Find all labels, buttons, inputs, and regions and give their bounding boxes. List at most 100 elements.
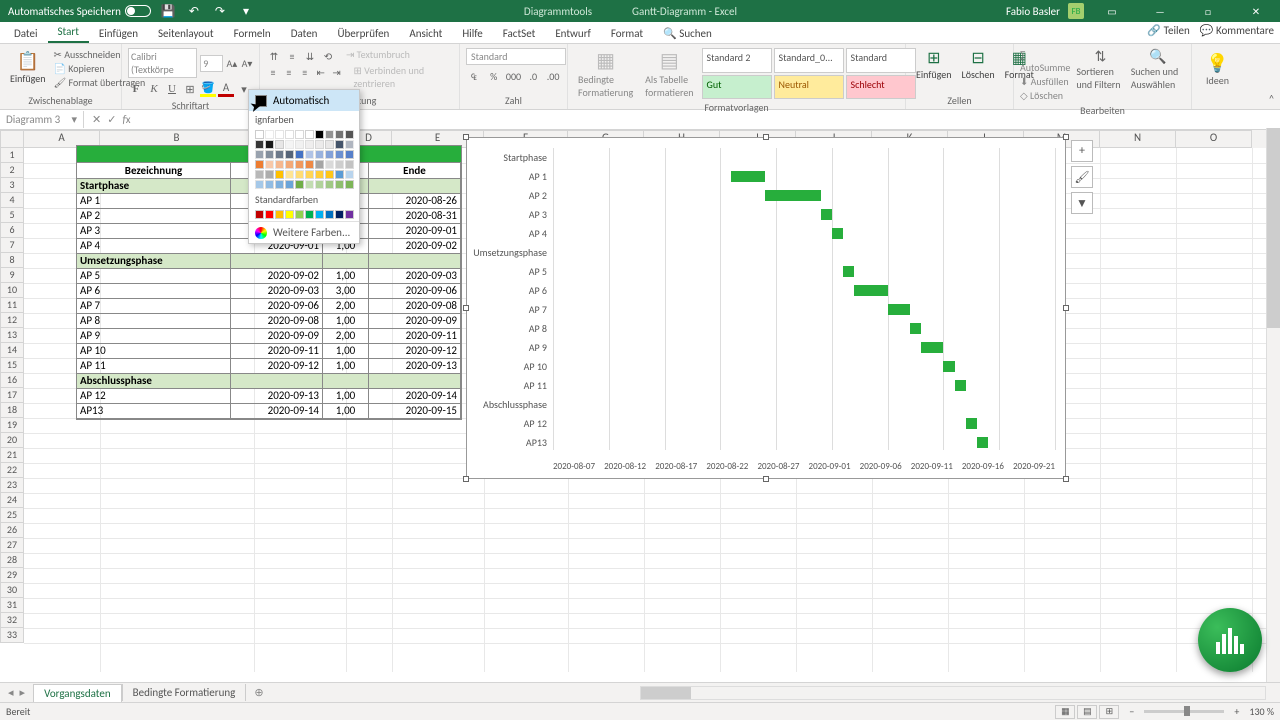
chart-elements-button[interactable]: + [1071, 140, 1093, 162]
row-header[interactable]: 9 [0, 268, 24, 283]
menu-überprüfen[interactable]: Überprüfen [327, 24, 399, 43]
col-header-ende[interactable]: Ende [369, 163, 461, 179]
cancel-formula-icon[interactable]: ✕ [92, 113, 101, 126]
row-header[interactable]: 30 [0, 583, 24, 598]
color-swatch[interactable] [285, 210, 294, 219]
row-header[interactable]: 14 [0, 343, 24, 358]
increase-decimal-icon[interactable]: .0 [525, 68, 541, 84]
color-swatch[interactable] [315, 140, 324, 149]
bold-button[interactable]: F [128, 81, 144, 97]
color-swatch[interactable] [285, 170, 294, 179]
autosave-toggle[interactable]: Automatisches Speichern [8, 5, 151, 18]
table-row[interactable]: Abschlussphase [77, 374, 461, 389]
undo-icon[interactable]: ↶ [185, 2, 203, 20]
color-swatch[interactable] [305, 140, 314, 149]
row-header[interactable]: 20 [0, 433, 24, 448]
color-swatch[interactable] [295, 170, 304, 179]
gantt-bar[interactable] [832, 228, 843, 239]
color-swatch[interactable] [315, 170, 324, 179]
toggle-switch-icon[interactable] [125, 5, 151, 17]
color-swatch[interactable] [315, 210, 324, 219]
row-header[interactable]: 28 [0, 553, 24, 568]
color-swatch[interactable] [265, 130, 274, 139]
row-header[interactable]: 8 [0, 253, 24, 268]
row-header[interactable]: 6 [0, 223, 24, 238]
border-button[interactable]: ⊞ [182, 81, 198, 97]
color-swatch[interactable] [255, 210, 264, 219]
row-header[interactable]: 21 [0, 448, 24, 463]
worksheet-grid[interactable]: ABCDEFGHIJKLMNO 123456789101112131415161… [0, 130, 1280, 672]
row-header[interactable]: 23 [0, 478, 24, 493]
color-swatch[interactable] [335, 150, 344, 159]
align-left-icon[interactable]: ≡ [266, 64, 280, 80]
zoom-level[interactable]: 130 % [1249, 705, 1274, 718]
cell-styles-gallery[interactable]: Standard 2 Standard_0... Standard Gut Ne… [702, 48, 916, 99]
color-swatch[interactable] [275, 140, 284, 149]
minimize-icon[interactable]: — [1140, 0, 1180, 22]
ribbon-options-icon[interactable]: ▭ [1092, 0, 1132, 22]
row-header[interactable]: 24 [0, 493, 24, 508]
color-swatch[interactable] [345, 150, 354, 159]
color-swatch[interactable] [345, 140, 354, 149]
color-automatic[interactable]: Automatisch [249, 90, 359, 111]
gantt-bar[interactable] [854, 285, 887, 296]
page-layout-view-icon[interactable]: ▤ [1077, 705, 1097, 719]
color-swatch[interactable] [255, 130, 264, 139]
color-swatch[interactable] [275, 180, 284, 189]
ideas-button[interactable]: 💡Ideen [1198, 48, 1237, 91]
color-swatch[interactable] [325, 140, 334, 149]
align-right-icon[interactable]: ≡ [298, 64, 312, 80]
color-swatch[interactable] [285, 180, 294, 189]
color-swatch[interactable] [305, 170, 314, 179]
sheet-nav-prev-icon[interactable]: ◂ [8, 686, 14, 699]
color-swatch[interactable] [315, 160, 324, 169]
vertical-scrollbar[interactable] [1266, 128, 1280, 682]
gantt-bar[interactable] [765, 190, 821, 201]
gantt-bar[interactable] [843, 266, 854, 277]
fill-button[interactable]: ⬇ Ausfüllen [1020, 75, 1070, 88]
qat-customize-icon[interactable]: ▾ [237, 2, 255, 20]
enter-formula-icon[interactable]: ✓ [107, 113, 116, 126]
color-swatch[interactable] [275, 150, 284, 159]
save-icon[interactable]: 💾 [159, 2, 177, 20]
chart-styles-button[interactable]: 🖌 [1071, 166, 1093, 188]
column-header[interactable]: O [1176, 130, 1252, 148]
color-swatch[interactable] [255, 180, 264, 189]
more-colors[interactable]: Weitere Farben... [249, 221, 359, 243]
add-sheet-button[interactable]: ⊕ [246, 684, 271, 701]
insert-cells-button[interactable]: ⊞Einfügen [912, 48, 956, 81]
table-row[interactable]: Umsetzungsphase [77, 254, 461, 269]
wrap-text-button[interactable]: ⇥ Textumbruch [346, 48, 410, 64]
color-swatch[interactable] [255, 160, 264, 169]
sheet-tab[interactable]: Bedingte Formatierung [122, 684, 247, 701]
gantt-chart[interactable]: + 🖌 ▼ StartphaseAP 1AP 2AP 3AP 4Umsetzun… [466, 137, 1066, 479]
orientation-icon[interactable]: ⟲ [320, 48, 336, 64]
color-swatch[interactable] [325, 150, 334, 159]
color-swatch[interactable] [295, 210, 304, 219]
row-header[interactable]: 25 [0, 508, 24, 523]
color-swatch[interactable] [325, 130, 334, 139]
decrease-font-icon[interactable]: A▾ [241, 55, 253, 71]
menu-factset[interactable]: FactSet [493, 24, 546, 43]
number-format-select[interactable]: Standard [466, 48, 566, 65]
color-swatch[interactable] [345, 160, 354, 169]
color-swatch[interactable] [335, 140, 344, 149]
gantt-bar[interactable] [910, 323, 921, 334]
row-header[interactable]: 10 [0, 283, 24, 298]
page-break-view-icon[interactable]: ⊞ [1099, 705, 1119, 719]
fill-color-button[interactable]: 🪣 [200, 81, 216, 97]
row-header[interactable]: 12 [0, 313, 24, 328]
row-header[interactable]: 19 [0, 418, 24, 433]
color-swatch[interactable] [295, 150, 304, 159]
menu-seitenlayout[interactable]: Seitenlayout [148, 24, 224, 43]
font-size-select[interactable]: 9 [200, 55, 223, 72]
delete-cells-button[interactable]: ⊟Löschen [958, 48, 999, 81]
color-swatch[interactable] [265, 170, 274, 179]
decrease-decimal-icon[interactable]: .00 [545, 68, 561, 84]
gantt-bar[interactable] [731, 171, 764, 182]
align-top-icon[interactable]: ⇈ [266, 48, 282, 64]
color-swatch[interactable] [315, 130, 324, 139]
currency-icon[interactable]: ₠ [466, 68, 482, 84]
color-swatch[interactable] [295, 180, 304, 189]
color-swatch[interactable] [305, 150, 314, 159]
